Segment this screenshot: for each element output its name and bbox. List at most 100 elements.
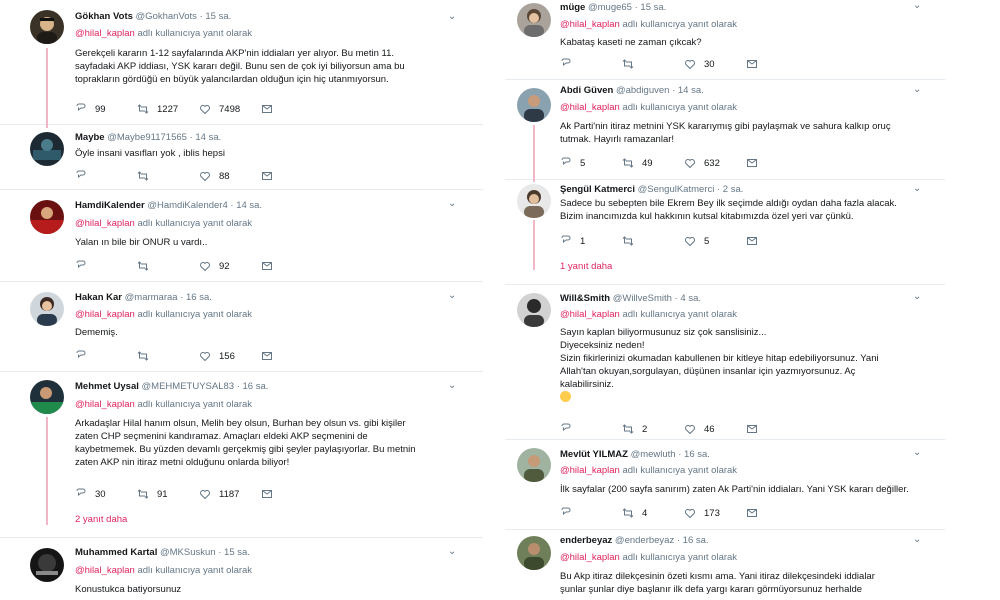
timestamp[interactable]: · 4 sa. — [675, 293, 701, 304]
user-handle[interactable]: @MEHMETUYSAL83 — [142, 381, 235, 392]
avatar[interactable] — [30, 548, 64, 582]
timestamp[interactable]: · 16 sa. — [677, 535, 709, 546]
reply-button[interactable] — [75, 260, 137, 272]
display-name[interactable]: Gökhan Vots — [75, 11, 133, 22]
show-more-replies-link[interactable]: 2 yanıt daha — [75, 514, 127, 525]
reply-button[interactable]: 99 — [75, 103, 137, 115]
like-button[interactable]: 30 — [684, 58, 746, 70]
message-button[interactable] — [261, 170, 323, 182]
tweet-enderbeyaz[interactable]: enderbeyaz @enderbeyaz · 16 sa. ⌄ @hilal… — [505, 530, 945, 600]
reply-button[interactable] — [560, 423, 622, 435]
display-name[interactable]: Mehmet Uysal — [75, 381, 139, 392]
chevron-down-icon[interactable]: ⌄ — [913, 291, 921, 302]
mention-link[interactable]: @hilal_kaplan — [75, 218, 135, 229]
tweet-maybe[interactable]: Maybe @Maybe91171565 · 14 sa. Öyle insan… — [0, 125, 483, 190]
display-name[interactable]: Mevlüt YILMAZ — [560, 449, 628, 460]
avatar[interactable] — [30, 292, 64, 326]
user-handle[interactable]: @MKSuskun — [160, 547, 216, 558]
display-name[interactable]: HamdiKalender — [75, 200, 145, 211]
reply-button[interactable]: 5 — [560, 157, 622, 169]
reply-button[interactable] — [560, 58, 622, 70]
user-handle[interactable]: @GokhanVots — [136, 11, 197, 22]
retweet-button[interactable] — [622, 235, 684, 247]
reply-button[interactable] — [75, 350, 137, 362]
user-handle[interactable]: @mewluth — [631, 449, 676, 460]
like-button[interactable]: 632 — [684, 157, 746, 169]
mention-link[interactable]: @hilal_kaplan — [75, 565, 135, 576]
like-button[interactable]: 1187 — [199, 488, 261, 500]
like-button[interactable]: 173 — [684, 507, 746, 519]
display-name[interactable]: Abdi Güven — [560, 85, 613, 96]
display-name[interactable]: Maybe — [75, 132, 105, 143]
timestamp[interactable]: · 15 sa. — [635, 2, 667, 13]
like-button[interactable]: 88 — [199, 170, 261, 182]
timestamp[interactable]: · 2 sa. — [717, 184, 743, 195]
user-handle[interactable]: @HamdiKalender4 — [147, 200, 227, 211]
chevron-down-icon[interactable]: ⌄ — [448, 546, 456, 557]
avatar[interactable] — [517, 3, 551, 37]
chevron-down-icon[interactable]: ⌄ — [913, 84, 921, 95]
mention-link[interactable]: @hilal_kaplan — [75, 309, 135, 320]
display-name[interactable]: Muhammed Kartal — [75, 547, 157, 558]
chevron-down-icon[interactable]: ⌄ — [448, 380, 456, 391]
user-handle[interactable]: @marmaraa — [125, 292, 178, 303]
chevron-down-icon[interactable]: ⌄ — [913, 0, 921, 11]
display-name[interactable]: Şengül Katmerci — [560, 184, 635, 195]
chevron-down-icon[interactable]: ⌄ — [913, 183, 921, 194]
user-handle[interactable]: @WillveSmith — [613, 293, 672, 304]
tweet-will-smith[interactable]: Will&Smith @WillveSmith · 4 sa. ⌄ @hilal… — [505, 285, 945, 440]
display-name[interactable]: enderbeyaz — [560, 535, 612, 546]
timestamp[interactable]: · 15 sa. — [200, 11, 232, 22]
message-button[interactable] — [746, 235, 808, 247]
mention-link[interactable]: @hilal_kaplan — [75, 28, 135, 39]
message-button[interactable] — [261, 350, 323, 362]
mention-link[interactable]: @hilal_kaplan — [560, 552, 620, 563]
message-button[interactable] — [261, 488, 323, 500]
display-name[interactable]: müge — [560, 2, 585, 13]
avatar[interactable] — [30, 10, 64, 44]
reply-button[interactable] — [560, 507, 622, 519]
chevron-down-icon[interactable]: ⌄ — [448, 198, 456, 209]
avatar[interactable] — [30, 380, 64, 414]
avatar[interactable] — [517, 536, 551, 570]
tweet-sengul-katmerci[interactable]: Şengül Katmerci @SengulKatmerci · 2 sa. … — [505, 180, 945, 285]
retweet-button[interactable] — [622, 58, 684, 70]
reply-button[interactable]: 1 — [560, 235, 622, 247]
mention-link[interactable]: @hilal_kaplan — [560, 102, 620, 113]
user-handle[interactable]: @Maybe91171565 — [107, 132, 187, 143]
timestamp[interactable]: · 16 sa. — [237, 381, 269, 392]
display-name[interactable]: Hakan Kar — [75, 292, 122, 303]
like-button[interactable]: 46 — [684, 423, 746, 435]
avatar[interactable] — [517, 184, 551, 218]
chevron-down-icon[interactable]: ⌄ — [448, 290, 456, 301]
tweet-mehmet-uysal[interactable]: Mehmet Uysal @MEHMETUYSAL83 · 16 sa. ⌄ @… — [0, 372, 483, 538]
tweet-mevlut-yilmaz[interactable]: Mevlüt YILMAZ @mewluth · 16 sa. ⌄ @hilal… — [505, 440, 945, 530]
tweet-muge[interactable]: müge @muge65 · 15 sa. ⌄ @hilal_kaplan ad… — [505, 0, 945, 80]
mention-link[interactable]: @hilal_kaplan — [560, 309, 620, 320]
timestamp[interactable]: · 14 sa. — [230, 200, 262, 211]
timestamp[interactable]: · 15 sa. — [218, 547, 250, 558]
timestamp[interactable]: · 14 sa. — [672, 85, 704, 96]
retweet-button[interactable]: 4 — [622, 507, 684, 519]
message-button[interactable] — [261, 260, 323, 272]
tweet-muhammed-kartal[interactable]: Muhammed Kartal @MKSuskun · 15 sa. ⌄ @hi… — [0, 538, 483, 600]
tweet-hamdikalender[interactable]: HamdiKalender @HamdiKalender4 · 14 sa. ⌄… — [0, 190, 483, 282]
user-handle[interactable]: @SengulKatmerci — [638, 184, 715, 195]
retweet-button[interactable]: 1227 — [137, 103, 199, 115]
chevron-down-icon[interactable]: ⌄ — [448, 11, 456, 22]
retweet-button[interactable]: 49 — [622, 157, 684, 169]
message-button[interactable] — [746, 157, 808, 169]
user-handle[interactable]: @abdiguven — [616, 85, 670, 96]
avatar[interactable] — [517, 448, 551, 482]
avatar[interactable] — [517, 293, 551, 327]
show-more-replies-link[interactable]: 1 yanıt daha — [560, 261, 612, 272]
timestamp[interactable]: · 14 sa. — [190, 132, 222, 143]
like-button[interactable]: 92 — [199, 260, 261, 272]
avatar[interactable] — [30, 200, 64, 234]
display-name[interactable]: Will&Smith — [560, 293, 610, 304]
message-button[interactable] — [746, 58, 808, 70]
mention-link[interactable]: @hilal_kaplan — [560, 465, 620, 476]
like-button[interactable]: 5 — [684, 235, 746, 247]
retweet-button[interactable]: 91 — [137, 488, 199, 500]
like-button[interactable]: 7498 — [199, 103, 261, 115]
